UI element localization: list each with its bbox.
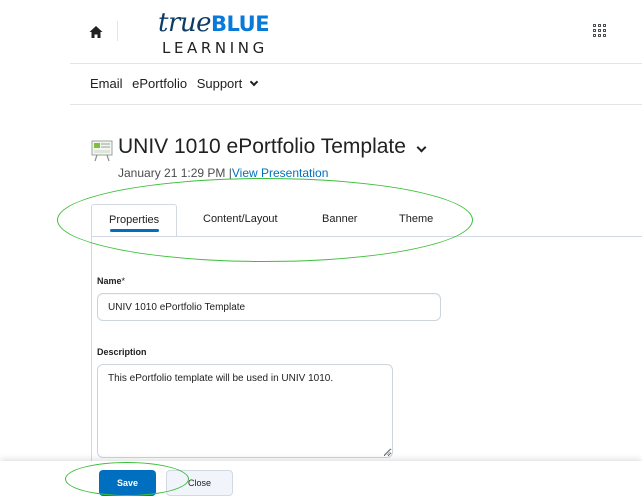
tab-properties[interactable]: Properties — [91, 204, 178, 236]
presentation-icon — [91, 140, 113, 162]
nav-divider — [70, 104, 642, 105]
app-launcher-icon[interactable] — [593, 24, 607, 38]
nav-support[interactable]: Support — [197, 76, 259, 91]
footer-bar — [0, 461, 642, 497]
description-label: Description — [97, 347, 147, 357]
chevron-down-icon — [249, 77, 259, 87]
presentation-subline: January 21 1:29 PM |View Presentation — [118, 166, 328, 180]
presentation-date: January 21 1:29 PM — [118, 166, 226, 180]
required-mark: * — [121, 276, 126, 286]
description-textarea[interactable]: This ePortfolio template will be used in… — [97, 364, 393, 458]
tab-content-layout[interactable]: Content/Layout — [203, 204, 278, 236]
tab-theme[interactable]: Theme — [399, 204, 433, 236]
header-divider — [70, 63, 642, 64]
page-title: UNIV 1010 ePortfolio Template — [118, 135, 406, 158]
home-icon[interactable] — [88, 24, 104, 40]
title-options-chevron-icon[interactable] — [416, 142, 427, 153]
name-input[interactable] — [97, 293, 441, 321]
tab-banner[interactable]: Banner — [322, 204, 357, 236]
trueblue-learning-logo[interactable]: trueBLUE LEARNING — [158, 8, 270, 58]
logo-line2: LEARNING — [162, 39, 268, 57]
save-button[interactable]: Save — [99, 470, 156, 496]
close-button[interactable]: Close — [166, 470, 233, 496]
header-separator — [117, 21, 118, 41]
nav-email[interactable]: Email — [90, 76, 123, 91]
view-presentation-link[interactable]: View Presentation — [232, 166, 329, 180]
nav-eportfolio[interactable]: ePortfolio — [132, 76, 187, 91]
navbar: Email ePortfolio Support — [90, 76, 263, 91]
resize-handle-icon[interactable] — [383, 448, 391, 456]
logo-line1: trueBLUE — [158, 8, 270, 38]
name-label: Name* — [97, 276, 126, 286]
